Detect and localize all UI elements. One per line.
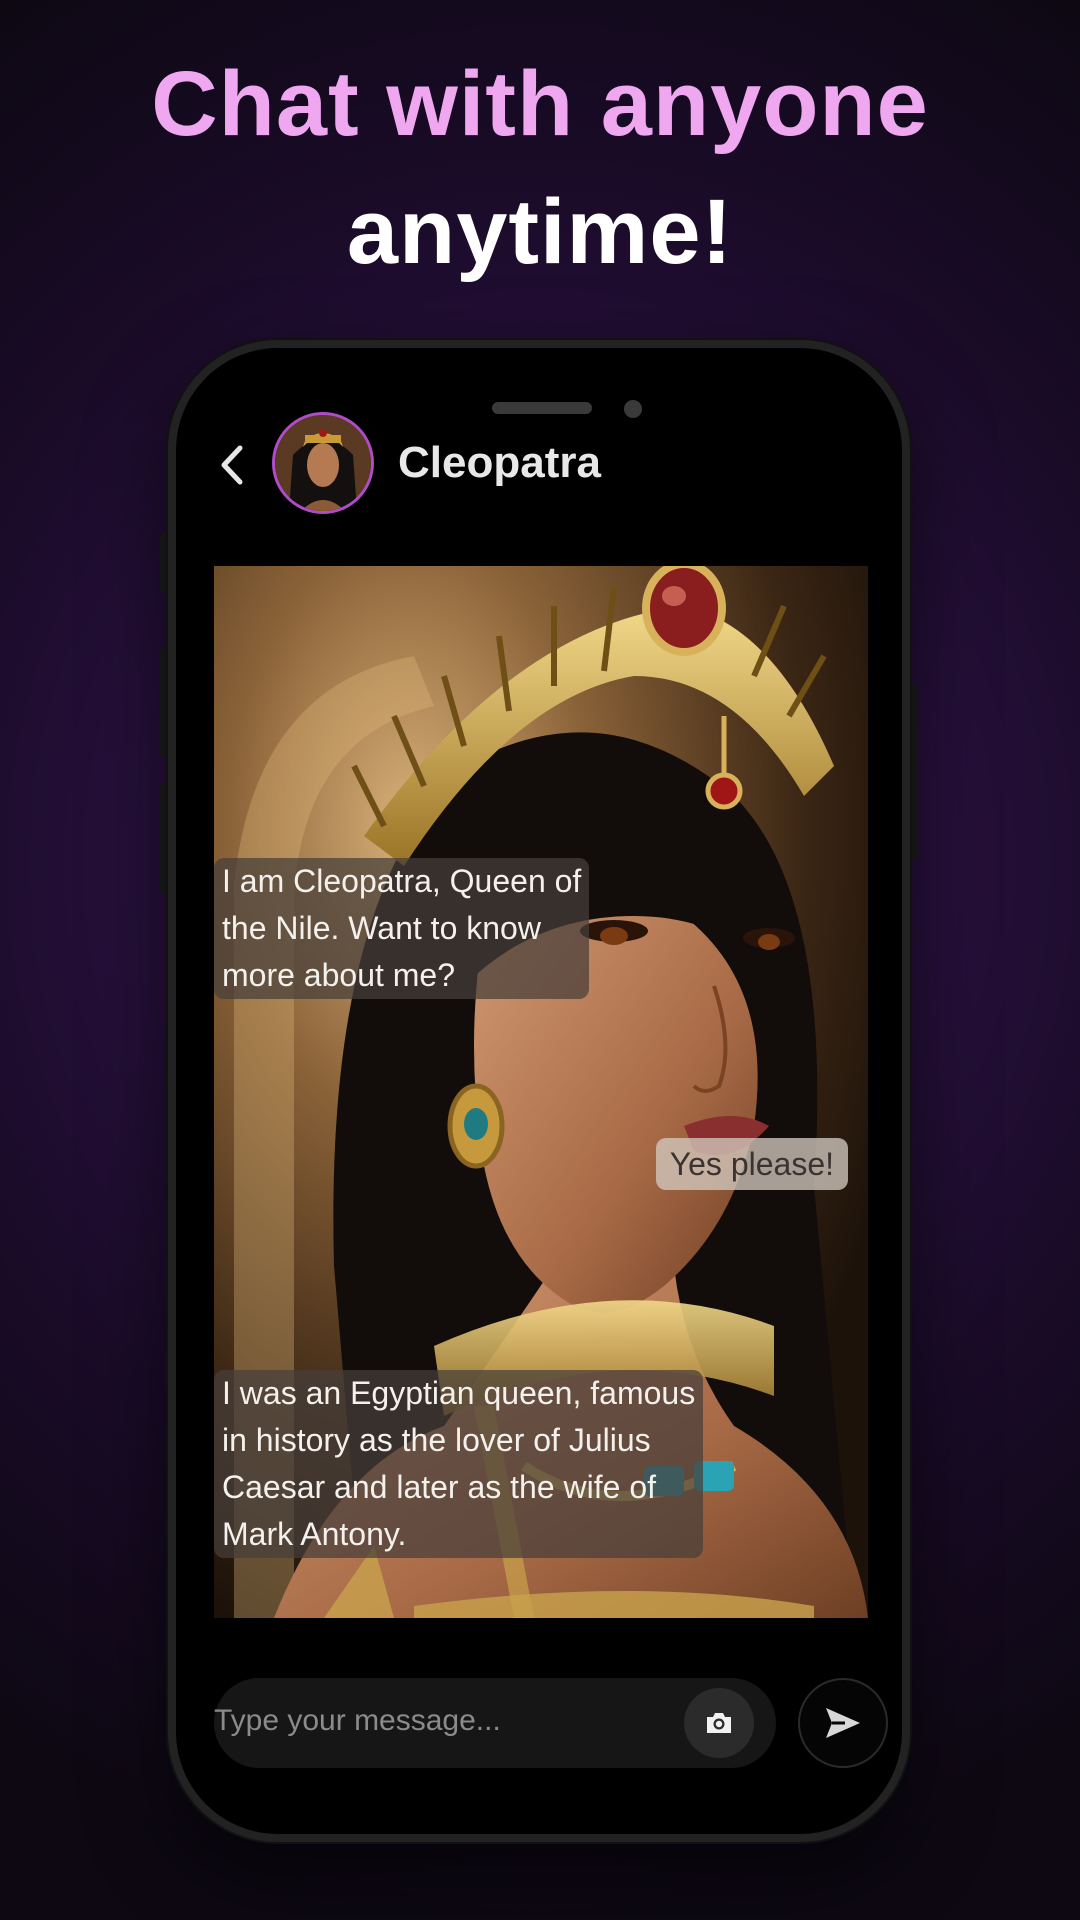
contact-avatar[interactable] [272, 412, 374, 514]
message-input-bar[interactable]: Type your message... [214, 1678, 776, 1768]
contact-name: Cleopatra [398, 438, 601, 487]
chat-message-area[interactable]: I am Cleopatra, Queen of the Nile. Want … [214, 566, 868, 1618]
message-bubble-sent: Yes please! [655, 1138, 848, 1190]
message-line: more about me? [222, 957, 456, 993]
message-bubble-received: I was an Egyptian queen, famous in histo… [214, 1370, 704, 1558]
headline: Chat with anyone anytime! [0, 40, 1080, 296]
send-icon [826, 1708, 860, 1738]
send-button[interactable] [798, 1678, 888, 1768]
avatar-portrait [275, 415, 371, 511]
message-line: Caesar and later as the wife of [222, 1469, 657, 1505]
message-line: I am Cleopatra, Queen of [222, 863, 582, 899]
headline-line-1: Chat with anyone [151, 53, 929, 155]
camera-icon [707, 1713, 731, 1733]
chat-header: Cleopatra [176, 410, 902, 520]
message-line: the Nile. Want to know [222, 910, 541, 946]
message-line: I was an Egyptian queen, famous [222, 1375, 696, 1411]
phone-mockup: Cleopatra I am Cleopatra, Queen of the N… [168, 340, 910, 1842]
camera-button[interactable] [684, 1688, 754, 1758]
back-button[interactable] [212, 442, 252, 488]
message-line: Yes please! [669, 1146, 834, 1182]
message-line: in history as the lover of Julius [222, 1422, 651, 1458]
message-bubble-received: I am Cleopatra, Queen of the Nile. Want … [214, 858, 590, 999]
headline-line-2: anytime! [346, 181, 734, 283]
message-line: Mark Antony. [222, 1516, 407, 1552]
message-input[interactable]: Type your message... [214, 1704, 501, 1738]
chevron-left-icon [221, 445, 243, 485]
